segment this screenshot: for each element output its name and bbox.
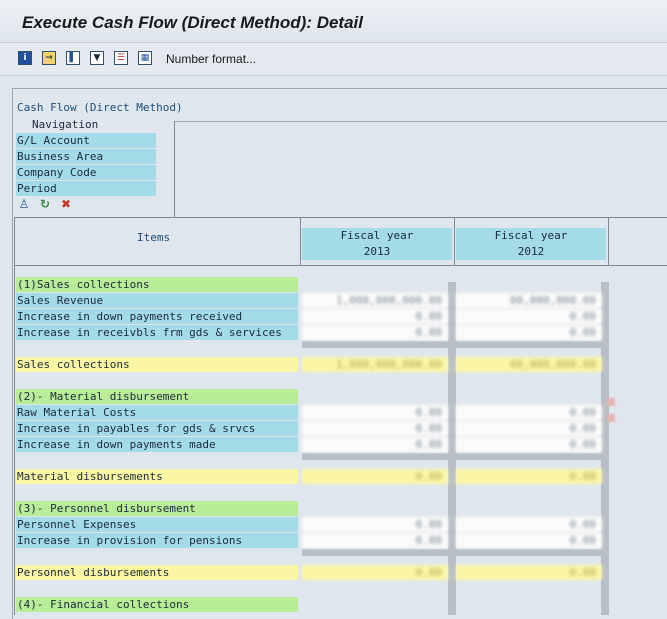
chart-icon[interactable]: ▌ [66, 51, 80, 65]
close-icon[interactable]: ✖ [59, 197, 73, 211]
group-heading[interactable]: (2)- Material disbursement [16, 389, 298, 404]
fiscal-year-label: Fiscal year [494, 229, 568, 242]
section-divider [302, 549, 608, 556]
total-row-label[interactable]: Personnel disbursements [16, 565, 298, 580]
window-title: Execute Cash Flow (Direct Method): Detai… [22, 13, 363, 32]
fiscal-year-2013-header[interactable]: Fiscal year 2013 [302, 228, 452, 260]
filter-icon[interactable]: ▼ [90, 51, 104, 65]
fiscal-year-2012-header[interactable]: Fiscal year 2012 [456, 228, 606, 260]
report-title: Cash Flow (Direct Method) [17, 101, 183, 114]
value-cell-2012[interactable]: 0.00 [456, 405, 602, 420]
refresh-icon[interactable]: ↻ [38, 197, 52, 211]
fiscal-year-value: 2013 [363, 245, 391, 258]
row-label[interactable]: Increase in down payments received [16, 309, 298, 324]
row-label[interactable]: Increase in payables for gds & srvcs [16, 421, 298, 436]
value-cell-2012[interactable]: 0.00 [456, 533, 602, 548]
navigation-top-divider [174, 121, 667, 218]
value-cell-2012[interactable]: 0.00 [456, 309, 602, 324]
column-divider [454, 217, 455, 265]
value-cell-2013[interactable]: 0.00 [302, 405, 448, 420]
value-cell-2012[interactable]: 0.00 [456, 469, 602, 484]
value-cell-2012[interactable]: 0.00 [456, 437, 602, 452]
toolbar: i → ▌ ▼ ☰ ▦ Number format... [0, 43, 667, 76]
value-cell-2013[interactable]: 0.00 [302, 469, 448, 484]
value-cell-2013[interactable]: 0.00 [302, 533, 448, 548]
row-label[interactable]: Sales Revenue [16, 293, 298, 308]
value-cell-2013[interactable]: 0.00 [302, 309, 448, 324]
fiscal-year-value: 2012 [517, 245, 545, 258]
items-column-header: Items [137, 231, 171, 244]
value-cell-2012[interactable]: 00,000,000.00 [456, 357, 602, 372]
grid-top-border [14, 217, 667, 218]
navigation-legend: Navigation [30, 118, 101, 131]
table-icon[interactable]: ▦ [138, 51, 152, 65]
value-cell-2013[interactable]: 1,000,000,000.00 [302, 293, 448, 308]
value-cell-2013[interactable]: 0.00 [302, 421, 448, 436]
marker [607, 414, 615, 422]
row-label[interactable]: Increase in down payments made [16, 437, 298, 452]
marker [607, 398, 615, 406]
row-label[interactable]: Personnel Expenses [16, 517, 298, 532]
user-icon[interactable]: ♙ [17, 197, 31, 211]
column-divider [300, 217, 301, 265]
value-cell-2012[interactable]: 00,000,000.00 [456, 293, 602, 308]
column-scroll-strip [601, 282, 609, 615]
column-divider [608, 217, 609, 265]
value-cell-2012[interactable]: 0.00 [456, 325, 602, 340]
section-divider [302, 453, 608, 460]
nav-item-company-code[interactable]: Company Code [16, 165, 156, 180]
value-cell-2012[interactable]: 0.00 [456, 565, 602, 580]
value-cell-2013[interactable]: 0.00 [302, 437, 448, 452]
row-label[interactable]: Increase in provision for pensions [16, 533, 298, 548]
hierarchy-icon[interactable]: ☰ [114, 51, 128, 65]
column-scroll-strip [448, 282, 456, 615]
group-heading[interactable]: (4)- Financial collections [16, 597, 298, 612]
info-icon[interactable]: i [18, 51, 32, 65]
export-icon[interactable]: → [42, 51, 56, 65]
value-cell-2013[interactable]: 0.00 [302, 325, 448, 340]
nav-item-gl-account[interactable]: G/L Account [16, 133, 156, 148]
section-divider [302, 341, 608, 348]
total-row-label[interactable]: Sales collections [16, 357, 298, 372]
value-cell-2012[interactable]: 0.00 [456, 421, 602, 436]
nav-item-period[interactable]: Period [16, 181, 156, 196]
row-label[interactable]: Raw Material Costs [16, 405, 298, 420]
group-heading[interactable]: (3)- Personnel disbursement [16, 501, 298, 516]
grid-left-border [14, 217, 15, 615]
value-cell-2012[interactable]: 0.00 [456, 517, 602, 532]
nav-item-business-area[interactable]: Business Area [16, 149, 156, 164]
row-label[interactable]: Increase in receivbls frm gds & services [16, 325, 298, 340]
title-bar: Execute Cash Flow (Direct Method): Detai… [0, 0, 667, 43]
group-heading[interactable]: (1)Sales collections [16, 277, 298, 292]
total-row-label[interactable]: Material disbursements [16, 469, 298, 484]
header-separator [14, 265, 667, 266]
number-format-button[interactable]: Number format... [166, 52, 256, 66]
fiscal-year-label: Fiscal year [340, 229, 414, 242]
value-cell-2013[interactable]: 0.00 [302, 565, 448, 580]
value-cell-2013[interactable]: 0.00 [302, 517, 448, 532]
value-cell-2013[interactable]: 1,000,000,000.00 [302, 357, 448, 372]
